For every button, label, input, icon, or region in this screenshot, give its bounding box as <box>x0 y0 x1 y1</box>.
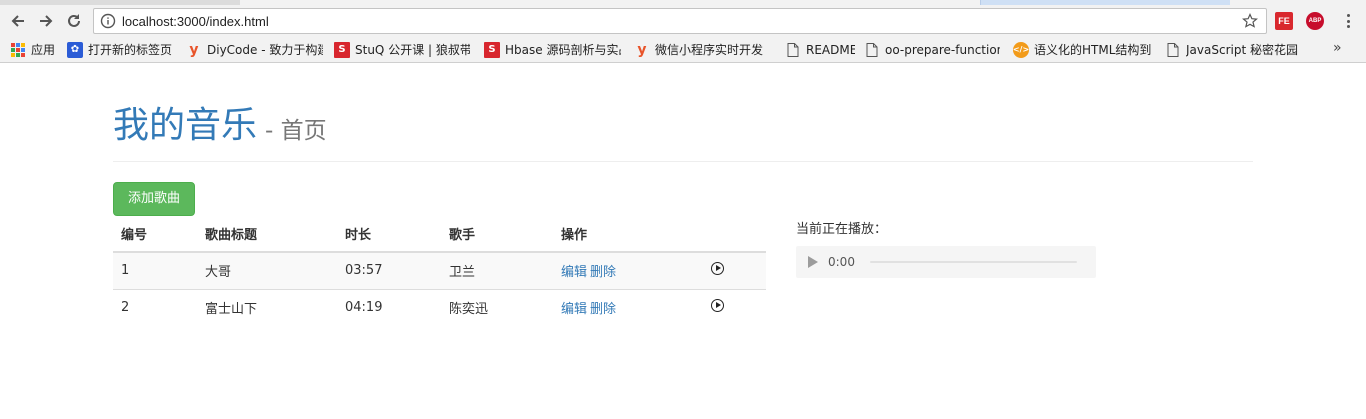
y-logo-icon: y <box>189 41 199 58</box>
paw-icon: ✿ <box>67 41 83 58</box>
bookmark-label: 打开新的标签页 <box>88 43 173 57</box>
column-header-id: 编号 <box>113 216 197 253</box>
add-song-button[interactable]: 添加歌曲 <box>113 182 195 216</box>
address-bar[interactable]: localhost:3000/index.html <box>93 8 1267 34</box>
table-row: 2 富士山下 04:19 陈奕迅 编辑 删除 <box>113 288 766 326</box>
bookmark-oo-prepare[interactable]: oo-prepare-function- <box>864 41 1000 58</box>
delete-link[interactable]: 删除 <box>590 302 616 317</box>
address-url[interactable]: localhost:3000/index.html <box>122 14 269 29</box>
play-icon[interactable] <box>808 256 818 268</box>
bookmark-label: 应用 <box>31 43 56 57</box>
song-singer: 陈奕迅 <box>441 288 553 326</box>
song-title: 富士山下 <box>197 288 337 326</box>
reload-button[interactable] <box>62 9 86 33</box>
document-icon <box>785 42 801 58</box>
song-actions: 编辑 删除 <box>553 251 703 289</box>
reload-icon <box>68 14 80 27</box>
column-header-title: 歌曲标题 <box>197 216 337 253</box>
document-icon <box>864 42 880 58</box>
info-icon[interactable] <box>100 13 116 33</box>
adblock-extension-icon[interactable]: ABP <box>1306 12 1324 30</box>
column-header-play <box>703 216 766 253</box>
bookmark-stuq[interactable]: S StuQ 公开课 | 狼叔带 <box>334 41 470 58</box>
bookmark-wechat-miniprogram[interactable]: y 微信小程序实时开发 <box>634 41 772 58</box>
bookmark-label: Hbase 源码剖析与实战 <box>505 43 621 57</box>
song-id: 2 <box>113 288 197 326</box>
back-button[interactable] <box>6 9 30 33</box>
fe-extension-icon[interactable]: FE <box>1275 12 1293 30</box>
song-actions: 编辑 删除 <box>553 288 703 326</box>
song-play-cell <box>703 251 766 289</box>
bookmark-readme[interactable]: README <box>785 41 855 58</box>
bookmark-label: oo-prepare-function- <box>885 42 1000 57</box>
apps-grid-icon <box>10 42 26 58</box>
bookmark-new-tab[interactable]: ✿ 打开新的标签页 <box>67 41 175 58</box>
now-playing-label: 当前正在播放： <box>796 222 888 237</box>
arrow-right-icon <box>40 15 53 27</box>
bookmark-hbase[interactable]: S Hbase 源码剖析与实战 <box>484 41 621 58</box>
page-subtitle: - 首页 <box>265 118 327 144</box>
bookmark-label: README <box>806 42 855 57</box>
page-header: 我的音乐 - 首页 <box>113 104 1253 162</box>
play-circle-icon[interactable] <box>711 262 724 276</box>
player-progress-track[interactable] <box>870 261 1077 263</box>
browser-menu-icon[interactable] <box>1340 13 1356 29</box>
page-title: 我的音乐 <box>113 105 258 146</box>
code-icon: </> <box>1013 41 1029 58</box>
y-logo-icon: y <box>637 41 647 58</box>
arrow-left-icon <box>11 15 24 27</box>
s-logo-icon: S <box>484 41 500 58</box>
song-duration: 03:57 <box>337 251 441 289</box>
play-circle-icon[interactable] <box>711 299 724 313</box>
player-time: 0:00 <box>828 255 855 269</box>
bookmark-diycode[interactable]: y DiyCode - 致力于构建 <box>186 41 323 58</box>
table-header-row: 编号 歌曲标题 时长 歌手 操作 <box>113 216 766 253</box>
edit-link[interactable]: 编辑 <box>561 302 587 317</box>
s-logo-icon: S <box>334 41 350 58</box>
song-duration: 04:19 <box>337 288 441 326</box>
column-header-duration: 时长 <box>337 216 441 253</box>
bookmark-semantic-html[interactable]: </> 语义化的HTML结构到 <box>1013 41 1152 58</box>
song-play-cell <box>703 288 766 326</box>
bookmark-star-icon[interactable] <box>1242 13 1258 33</box>
songs-table: 编号 歌曲标题 时长 歌手 操作 1 大哥 03:57 卫兰 编辑 删除 2 富… <box>113 216 766 326</box>
bookmark-label: 语义化的HTML结构到 <box>1034 43 1152 57</box>
document-icon <box>1165 42 1181 58</box>
audio-player: 0:00 <box>796 246 1096 278</box>
page-content: 我的音乐 - 首页 添加歌曲 编号 歌曲标题 时长 歌手 操作 1 大哥 03:… <box>0 64 1366 419</box>
bookmark-label: StuQ 公开课 | 狼叔带 <box>355 43 470 57</box>
song-id: 1 <box>113 251 197 289</box>
bookmark-js-garden[interactable]: JavaScript 秘密花园 <box>1165 41 1300 58</box>
browser-toolbar: localhost:3000/index.html FE ABP <box>0 5 1366 36</box>
bookmarks-overflow-button[interactable]: » <box>1333 40 1342 56</box>
song-title: 大哥 <box>197 251 337 289</box>
bookmark-apps[interactable]: 应用 <box>10 41 60 58</box>
edit-link[interactable]: 编辑 <box>561 265 587 280</box>
delete-link[interactable]: 删除 <box>590 265 616 280</box>
song-singer: 卫兰 <box>441 251 553 289</box>
column-header-singer: 歌手 <box>441 216 553 253</box>
column-header-actions: 操作 <box>553 216 703 253</box>
bookmark-label: JavaScript 秘密花园 <box>1186 43 1298 57</box>
bookmark-label: 微信小程序实时开发 <box>655 43 764 57</box>
forward-button[interactable] <box>34 9 58 33</box>
bookmarks-bar: 应用 ✿ 打开新的标签页 y DiyCode - 致力于构建 S StuQ 公开… <box>0 36 1366 63</box>
bookmark-label: DiyCode - 致力于构建 <box>207 43 323 57</box>
table-row: 1 大哥 03:57 卫兰 编辑 删除 <box>113 251 766 289</box>
